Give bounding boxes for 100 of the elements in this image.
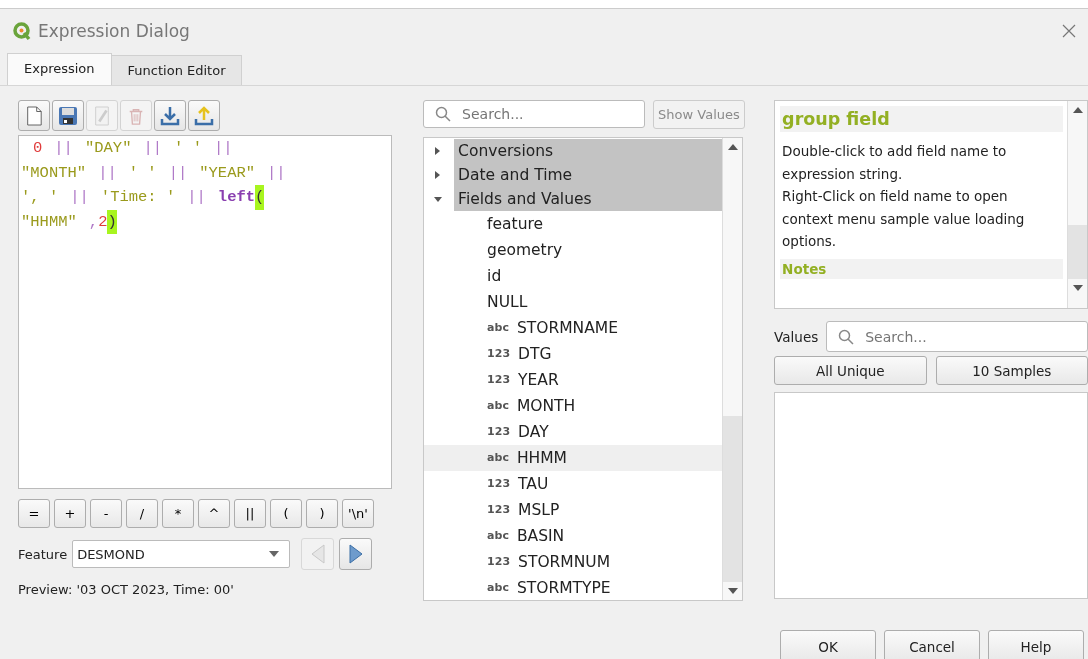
item-label: feature bbox=[487, 214, 544, 235]
type-label: 123 bbox=[487, 554, 511, 570]
dialog-button[interactable]: OK bbox=[780, 630, 876, 659]
preview-text: Preview: '03 OCT 2023, Time: 00' bbox=[18, 582, 235, 597]
code-token: || bbox=[267, 162, 286, 184]
type-label: abc bbox=[487, 528, 509, 544]
code-token: || bbox=[54, 138, 73, 159]
code-token: "YEAR" bbox=[199, 162, 256, 184]
operator-button[interactable]: = bbox=[18, 499, 50, 528]
type-label: 123 bbox=[487, 476, 511, 492]
item-label: STORMTYPE bbox=[516, 578, 611, 599]
code-token: ', ' bbox=[21, 187, 59, 208]
scroll-up-icon[interactable] bbox=[1072, 107, 1083, 113]
left-triangle-icon bbox=[310, 544, 325, 564]
operator-button[interactable]: '\n' bbox=[342, 499, 374, 528]
tree-item[interactable]: id bbox=[424, 263, 723, 289]
feature-label: Feature bbox=[18, 546, 68, 562]
dialog-button[interactable]: Cancel bbox=[884, 630, 980, 659]
tree-item[interactable]: geometry bbox=[424, 237, 723, 263]
operator-button[interactable]: + bbox=[54, 499, 86, 528]
code-token: 'Time: ' bbox=[100, 187, 176, 208]
tab[interactable]: Expression bbox=[7, 53, 112, 85]
close-icon[interactable] bbox=[1062, 24, 1076, 38]
expression-editor[interactable]: 0 || "DAY" || ' ' || "MONTH" || ' ' || "YEAR" || ', ' || 'Time: ' || left( "HHMM" ,2) bbox=[18, 135, 393, 489]
code-token: || bbox=[168, 162, 188, 184]
feature-dropdown[interactable]: DESMOND bbox=[72, 540, 291, 568]
operator-button[interactable]: ) bbox=[306, 499, 338, 528]
code-token: "DAY" bbox=[84, 138, 132, 159]
tree-item[interactable]: 123 MSLP bbox=[424, 497, 723, 523]
app-logo-icon bbox=[12, 21, 32, 41]
code-token: ' ' bbox=[174, 138, 202, 159]
code-token: 2 bbox=[98, 211, 108, 233]
operator-button[interactable]: / bbox=[126, 499, 158, 528]
dialog-button[interactable]: Help bbox=[988, 630, 1084, 659]
next-feature-button[interactable] bbox=[339, 538, 373, 570]
search-field[interactable]: Search... bbox=[423, 100, 646, 128]
pencil-icon bbox=[93, 105, 111, 126]
type-label: 123 bbox=[487, 372, 511, 388]
item-label: STORMNAME bbox=[516, 318, 618, 339]
tab[interactable]: Function Editor bbox=[110, 55, 243, 85]
code-token: ' ' bbox=[128, 162, 157, 184]
tree-item[interactable]: NULL bbox=[424, 289, 723, 315]
values-label: Values bbox=[774, 328, 819, 345]
scrollbar[interactable] bbox=[1067, 101, 1087, 308]
item-label: BASIN bbox=[516, 526, 565, 547]
item-label: YEAR bbox=[518, 370, 559, 391]
upload-tray-icon bbox=[194, 105, 214, 126]
tree-item[interactable]: 123 TAU bbox=[424, 471, 723, 497]
operator-button[interactable]: - bbox=[90, 499, 122, 528]
scroll-down-icon[interactable] bbox=[1072, 285, 1083, 291]
help-text: Double-click to add field name to expression string. bbox=[782, 142, 1008, 184]
item-label: MONTH bbox=[516, 396, 576, 417]
tree-item[interactable]: abc STORMNAME bbox=[424, 315, 723, 341]
operator-button[interactable]: * bbox=[162, 499, 194, 528]
scrollbar[interactable] bbox=[722, 138, 743, 600]
tree-item[interactable]: 123 DAY bbox=[424, 419, 723, 445]
type-label: abc bbox=[487, 580, 509, 596]
values-button[interactable]: All Unique bbox=[774, 356, 927, 385]
expander-icon[interactable] bbox=[434, 195, 443, 203]
dropdown-caret-icon bbox=[269, 551, 280, 557]
code-token: 0 bbox=[33, 138, 43, 159]
search-icon bbox=[435, 106, 452, 122]
tree-item[interactable]: 123 STORMNUM bbox=[424, 549, 723, 575]
item-label: MSLP bbox=[518, 500, 560, 521]
tree-item[interactable]: abc BASIN bbox=[424, 523, 723, 549]
type-label: 123 bbox=[487, 424, 511, 440]
type-label: abc bbox=[487, 398, 509, 414]
operator-button[interactable]: ( bbox=[270, 499, 302, 528]
scroll-down-icon[interactable] bbox=[727, 588, 738, 594]
item-label: DTG bbox=[518, 344, 552, 365]
values-search-field[interactable]: Search... bbox=[826, 321, 1088, 352]
tree-group-item[interactable]: Fields and Values bbox=[454, 187, 723, 211]
operator-button[interactable]: || bbox=[234, 499, 266, 528]
code-token: , bbox=[88, 211, 99, 233]
blank-page-icon bbox=[25, 105, 43, 126]
type-label: abc bbox=[487, 320, 509, 336]
search-icon bbox=[838, 328, 855, 345]
code-token: || bbox=[143, 138, 163, 159]
download-tray-icon bbox=[160, 105, 180, 126]
tree-item[interactable]: 123 YEAR bbox=[424, 367, 723, 393]
code-token: ) bbox=[107, 209, 117, 234]
tree-item[interactable]: 123 DTG bbox=[424, 341, 723, 367]
tree-item[interactable]: abc MONTH bbox=[424, 393, 723, 419]
item-label: STORMNUM bbox=[518, 552, 611, 573]
type-label: 123 bbox=[487, 346, 511, 362]
help-title: group field bbox=[780, 106, 1063, 132]
trash-can-icon bbox=[127, 106, 145, 125]
help-text: Right-Click on field name to open context menu sample value loading options. bbox=[782, 187, 1026, 251]
code-token: || bbox=[213, 138, 233, 159]
tree-item[interactable]: abc HHMM bbox=[424, 445, 723, 471]
tree-item[interactable]: abc STORMTYPE bbox=[424, 575, 723, 600]
code-token: "HHMM" bbox=[21, 211, 77, 233]
values-button[interactable]: 10 Samples bbox=[935, 356, 1088, 385]
tree-group-item[interactable]: Conversions bbox=[454, 139, 723, 163]
scroll-up-icon[interactable] bbox=[727, 144, 738, 150]
tree-item[interactable]: feature bbox=[424, 211, 723, 237]
operator-button[interactable]: ^ bbox=[198, 499, 230, 528]
tree-group-item[interactable]: Date and Time bbox=[454, 163, 723, 187]
toolbar-button[interactable] bbox=[52, 100, 84, 131]
item-label: NULL bbox=[487, 292, 528, 313]
